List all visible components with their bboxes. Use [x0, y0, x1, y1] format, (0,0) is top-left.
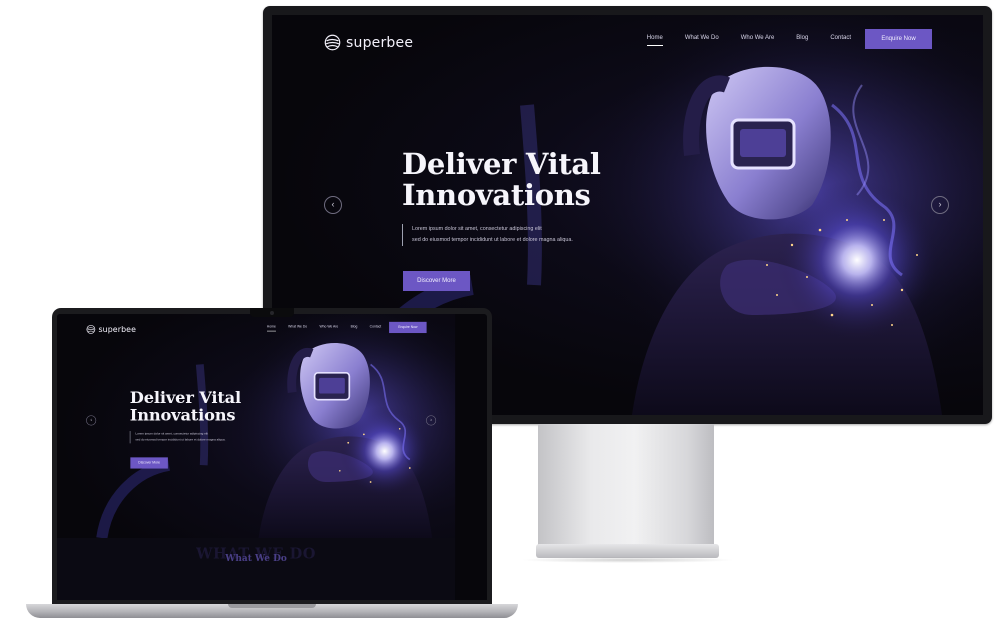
discover-more-button[interactable]: Discover More [403, 271, 470, 291]
nav-item-contact[interactable]: Contact [370, 325, 382, 331]
monitor-stand-base [536, 544, 719, 558]
hero-title: Deliver Vital Innovations [130, 389, 276, 424]
discover-more-button[interactable]: Discover More [130, 457, 168, 469]
brand-logo[interactable]: superbee [86, 325, 136, 335]
brand-name: superbee [346, 34, 414, 51]
chevron-left-icon: ‹ [90, 417, 92, 423]
carousel-prev-button[interactable]: ‹ [324, 196, 342, 214]
device-mockup-scene: superbee Home What We Do Who We Are Blog… [0, 0, 995, 624]
hero-description: Lorem ipsum dolor sit amet, consectetur … [129, 431, 253, 444]
nav-item-what-we-do[interactable]: What We Do [288, 325, 307, 331]
carousel-next-button[interactable]: › [931, 196, 949, 214]
hero-description: Lorem ipsum dolor sit amet, consectetur … [402, 224, 622, 246]
hero-title-line-2: Innovations [402, 178, 591, 212]
hero-title-line-2: Innovations [129, 405, 236, 425]
monitor-stand [538, 424, 714, 546]
hero-title-line-1: Deliver Vital [129, 387, 242, 407]
enquire-now-button[interactable]: Enquire Now [389, 321, 427, 334]
top-navigation: superbee Home What We Do Who We Are Blog… [57, 314, 455, 348]
laptop-opening-notch [228, 604, 316, 608]
hero-description-line-2: sed do eiusmod tempor incididunt ut labo… [412, 237, 573, 243]
nav-item-blog[interactable]: Blog [351, 325, 358, 331]
section-title: What We Do [225, 552, 287, 564]
hero-description-line-1: Lorem ipsum dolor sit amet, consectetur … [135, 432, 209, 436]
laptop-camera-notch [250, 308, 294, 317]
carousel-prev-button[interactable]: ‹ [86, 415, 97, 426]
carousel-next-button[interactable]: › [426, 415, 437, 426]
superbee-logo-icon [86, 325, 96, 334]
superbee-logo-icon [324, 34, 341, 51]
monitor-shadow [520, 557, 735, 563]
main-menu: Home What We Do Who We Are Blog Contact [266, 325, 382, 332]
nav-item-what-we-do[interactable]: What We Do [685, 35, 719, 46]
nav-item-who-we-are[interactable]: Who We Are [319, 325, 338, 331]
laptop: superbee Home What We Do Who We Are Blog… [52, 308, 492, 606]
nav-item-contact[interactable]: Contact [830, 35, 851, 46]
brand-name: superbee [98, 324, 137, 334]
nav-item-home[interactable]: Home [266, 325, 276, 332]
brand-logo[interactable]: superbee [324, 34, 413, 51]
nav-item-who-we-are[interactable]: Who We Are [741, 35, 775, 46]
enquire-now-button[interactable]: Enquire Now [865, 29, 932, 49]
chevron-right-icon: › [430, 417, 432, 423]
chevron-left-icon: ‹ [331, 199, 335, 209]
nav-item-home[interactable]: Home [646, 35, 663, 46]
laptop-screen: superbee Home What We Do Who We Are Blog… [57, 314, 487, 600]
hero-description-line-1: Lorem ipsum dolor sit amet, consectetur … [412, 226, 542, 232]
laptop-website: superbee Home What We Do Who We Are Blog… [57, 314, 456, 600]
hero-title: Deliver Vital Innovations [402, 149, 662, 211]
hero-title-line-1: Deliver Vital [402, 147, 601, 181]
hero-description-line-2: sed do eiusmod tempor incididunt ut labo… [135, 438, 226, 442]
top-navigation: superbee Home What We Do Who We Are Blog… [272, 15, 983, 75]
chevron-right-icon: › [938, 199, 942, 209]
nav-item-blog[interactable]: Blog [796, 35, 808, 46]
main-menu: Home What We Do Who We Are Blog Contact [646, 35, 851, 46]
